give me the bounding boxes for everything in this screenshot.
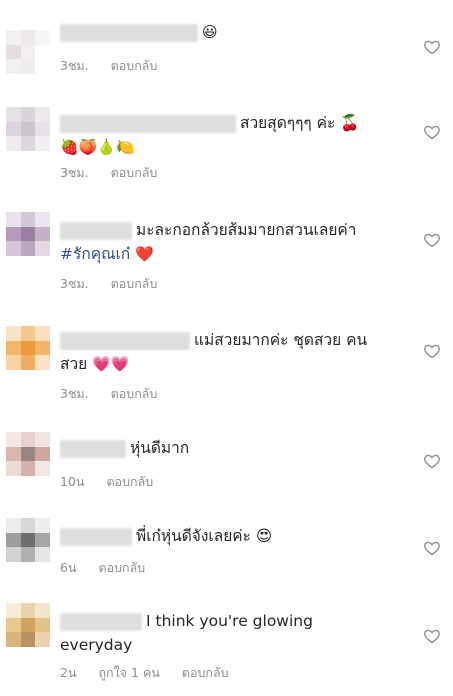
reply-button[interactable]: ตอบกลับ: [111, 276, 158, 291]
comment-text-line2: everyday: [60, 636, 133, 654]
like-heart-icon[interactable]: [423, 123, 441, 141]
username-blurred[interactable]: [60, 331, 190, 350]
comment-time: 3ชม.: [60, 276, 89, 291]
username-blurred[interactable]: [60, 221, 132, 240]
reply-button[interactable]: ตอบกลับ: [106, 474, 153, 489]
hashtag-link[interactable]: #รักคุณเก๋: [60, 245, 130, 263]
pink-heart-emojis: 💗💗: [92, 355, 130, 373]
heart-emoji: ❤️: [135, 245, 154, 263]
like-heart-icon[interactable]: [423, 539, 441, 557]
avatar[interactable]: [6, 518, 50, 562]
comment-time: 10น: [60, 474, 85, 489]
avatar[interactable]: [6, 30, 50, 74]
comment-text: มะละกอกล้วยส้มมายกสวนเลยค่า: [136, 221, 357, 239]
reply-button[interactable]: ตอบกลับ: [111, 58, 158, 73]
like-heart-icon[interactable]: [423, 452, 441, 470]
reply-button[interactable]: ตอบกลับ: [111, 165, 158, 180]
comment-emojis: 🍓🍑🍐🍋: [60, 138, 135, 156]
like-heart-icon[interactable]: [423, 627, 441, 645]
like-heart-icon[interactable]: [423, 342, 441, 360]
username-blurred[interactable]: [60, 612, 142, 631]
likes-count[interactable]: ถูกใจ 1 คน: [98, 665, 159, 680]
comment-text: หุ่นดีมาก: [130, 439, 190, 457]
avatar[interactable]: [6, 326, 50, 370]
reply-button[interactable]: ตอบกลับ: [182, 665, 229, 680]
comment-text: 😃: [202, 23, 218, 41]
comment-text: สวยสุดๆๆๆ ค่ะ 🍒: [240, 114, 360, 132]
comment-text-line2: สวย: [60, 355, 88, 373]
comment-text: I think you're glowing: [146, 612, 313, 630]
reply-button[interactable]: ตอบกลับ: [111, 386, 158, 401]
username-blurred[interactable]: [60, 114, 236, 133]
username-blurred[interactable]: [60, 23, 198, 42]
username-blurred[interactable]: [60, 527, 132, 546]
like-heart-icon[interactable]: [423, 38, 441, 56]
comment-time: 6น: [60, 560, 77, 575]
comment-time: 3ชม.: [60, 165, 89, 180]
comment-time: 2น: [60, 665, 77, 680]
avatar[interactable]: [6, 432, 50, 476]
comment-text: แม่สวยมากค่ะ ชุดสวย คน: [194, 331, 368, 349]
comment-time: 3ชม.: [60, 58, 89, 73]
like-heart-icon[interactable]: [423, 231, 441, 249]
reply-button[interactable]: ตอบกลับ: [98, 560, 145, 575]
username-blurred[interactable]: [60, 439, 126, 458]
avatar[interactable]: [6, 107, 50, 151]
avatar[interactable]: [6, 212, 50, 256]
avatar[interactable]: [6, 603, 50, 647]
comment-text: พี่เก๋หุ่นดีจังเลยค่ะ 😍: [136, 527, 273, 545]
comment-time: 3ชม.: [60, 386, 89, 401]
